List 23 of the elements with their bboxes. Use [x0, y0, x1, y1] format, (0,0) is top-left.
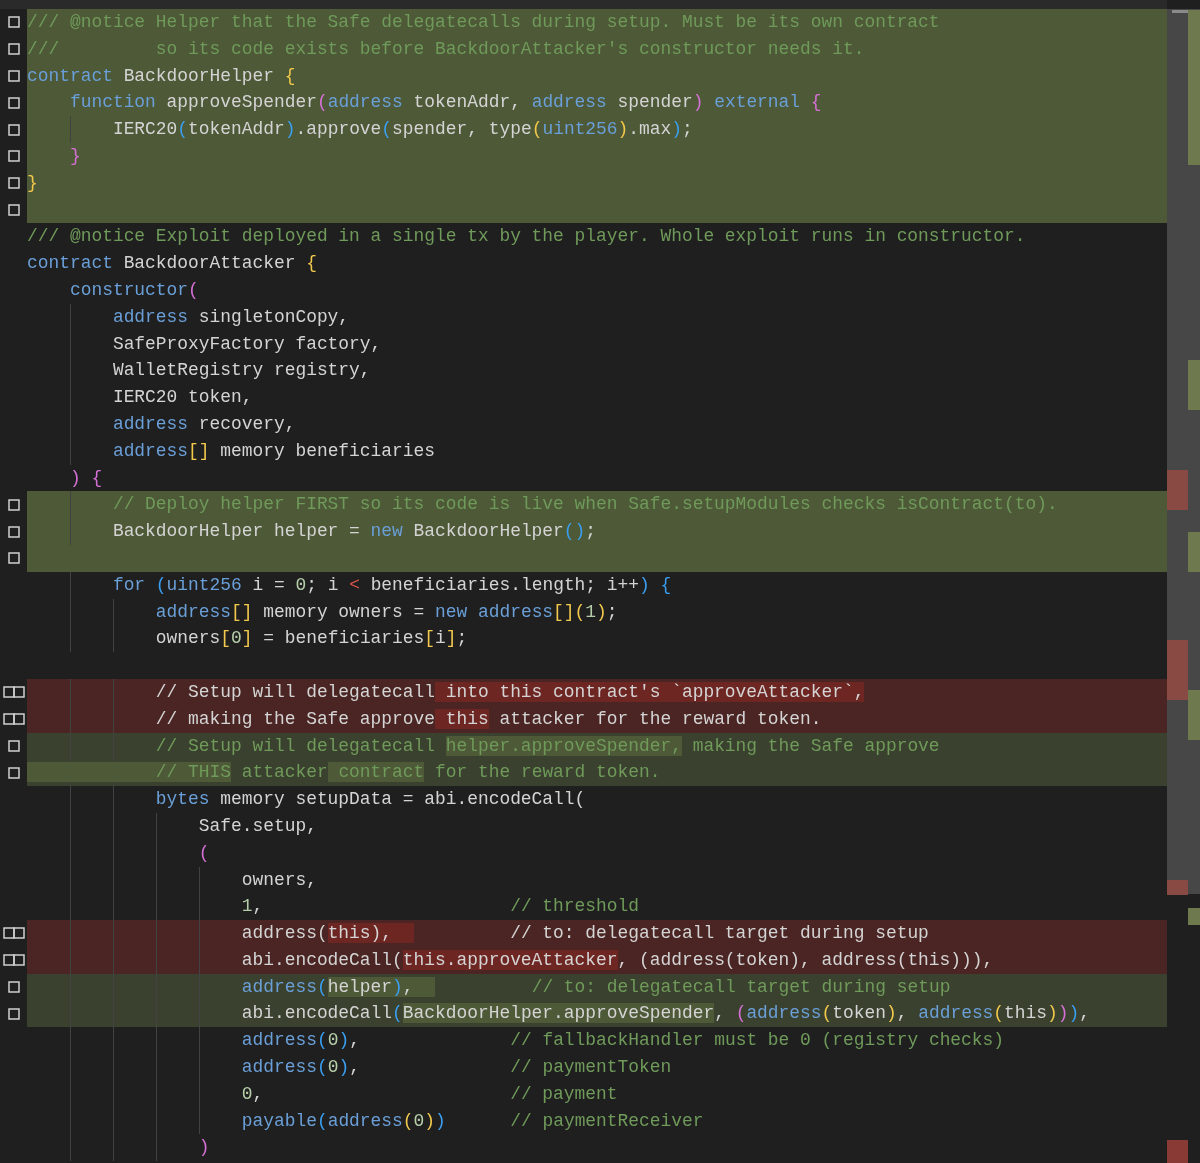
- square-icon: [7, 981, 20, 994]
- square-icon: [7, 150, 20, 163]
- square-icon: [7, 43, 20, 56]
- code-line: constructor(: [68, 278, 200, 302]
- square-icon: [7, 498, 20, 511]
- double-square-icon: [2, 686, 25, 699]
- square-icon: [7, 766, 20, 779]
- square-icon: [7, 552, 20, 565]
- square-icon: [7, 16, 20, 29]
- double-square-icon: [2, 713, 25, 726]
- square-icon: [7, 1007, 20, 1020]
- code-line: ) {: [68, 466, 104, 490]
- square-icon: [7, 525, 20, 538]
- code-line: /// @notice Exploit deployed in a single tx by the player. Whole exploit runs in constructor.: [27, 225, 1027, 249]
- square-icon: [7, 739, 20, 752]
- square-icon: [7, 70, 20, 82]
- square-icon: [7, 203, 20, 216]
- square-icon: [7, 96, 20, 109]
- code-line: contract BackdoorAttacker {: [27, 252, 318, 276]
- square-icon: [7, 177, 20, 190]
- square-icon: [7, 123, 20, 136]
- double-square-icon: [2, 954, 25, 967]
- double-square-icon: [2, 927, 25, 940]
